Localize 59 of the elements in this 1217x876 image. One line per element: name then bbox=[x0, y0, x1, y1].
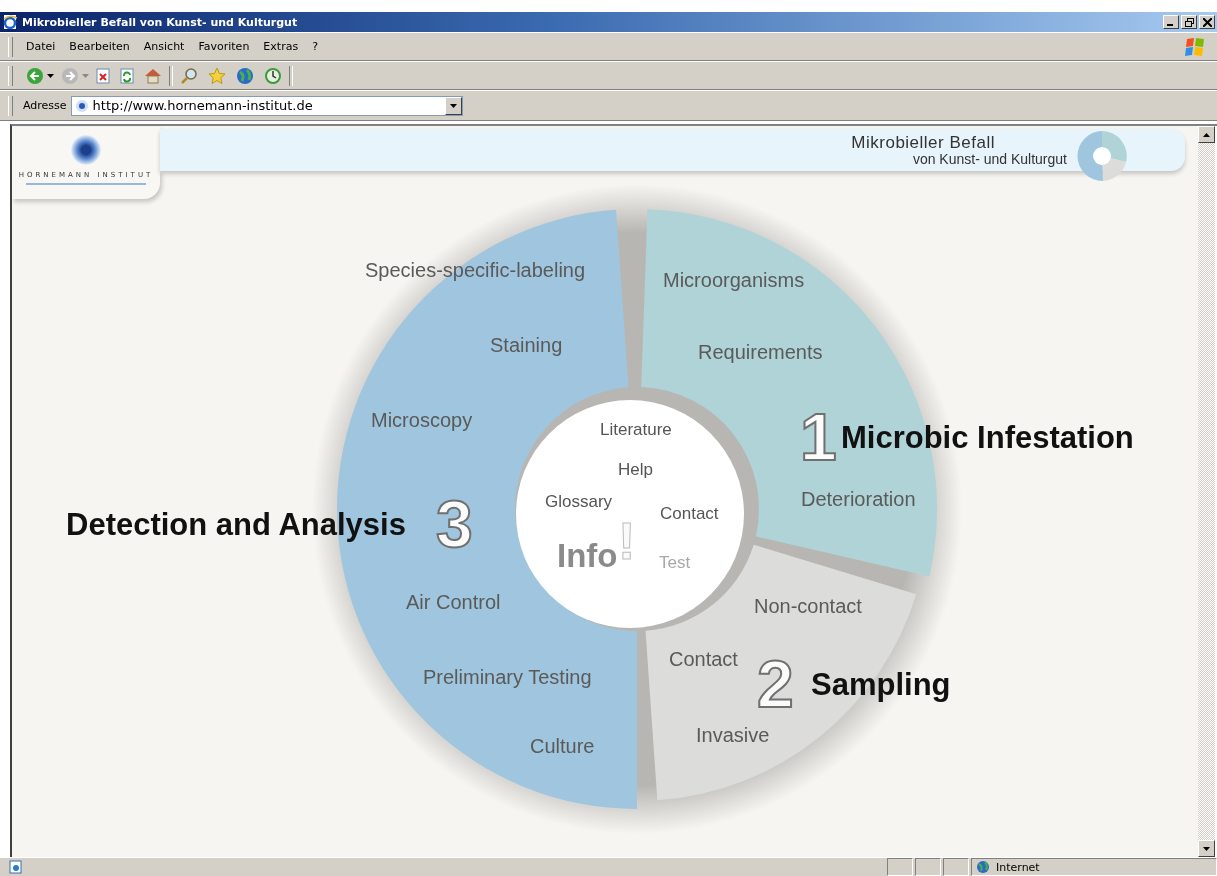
menu-item[interactable]: Bearbeiten bbox=[62, 38, 137, 55]
caret-icon[interactable] bbox=[47, 73, 54, 78]
menu-item[interactable]: Favoriten bbox=[191, 38, 257, 55]
logo-icon bbox=[71, 135, 101, 165]
section-link[interactable]: Microorganisms bbox=[663, 270, 805, 290]
section-link[interactable]: Contact bbox=[669, 649, 738, 669]
restore-button[interactable] bbox=[1181, 15, 1197, 29]
exclamation-mark: ! bbox=[618, 515, 636, 567]
menu-item[interactable]: Ansicht bbox=[136, 38, 192, 55]
section-title[interactable]: Microbic Infestation bbox=[841, 421, 1134, 453]
section-title[interactable]: Sampling bbox=[811, 668, 951, 700]
site-title: Mikrobieller Befall bbox=[851, 133, 995, 152]
zone-label: Internet bbox=[996, 860, 1040, 874]
section-link[interactable]: Preliminary Testing bbox=[423, 667, 592, 687]
refresh-button[interactable] bbox=[117, 67, 137, 84]
windows-logo-icon bbox=[1183, 35, 1207, 58]
section-number: 1 bbox=[800, 404, 837, 470]
section-number: 2 bbox=[757, 651, 794, 717]
section-link[interactable]: Non-contact bbox=[754, 596, 862, 616]
window-title: Mikrobieller Befall von Kunst- und Kulturgut bbox=[22, 15, 298, 29]
address-label: Adresse bbox=[23, 99, 67, 112]
section-link[interactable]: Staining bbox=[490, 335, 563, 355]
menu-item[interactable]: ? bbox=[305, 38, 325, 55]
menu-item[interactable]: Extras bbox=[256, 38, 306, 55]
down-arrow-icon bbox=[1203, 846, 1210, 851]
pie-icon bbox=[1075, 129, 1129, 183]
browser-icon bbox=[2, 14, 18, 30]
scroll-down-button[interactable] bbox=[1198, 840, 1215, 857]
section-title[interactable]: Detection and Analysis bbox=[66, 508, 406, 540]
section-link[interactable]: Air Control bbox=[406, 592, 501, 612]
page-icon bbox=[74, 98, 89, 113]
dropdown-button[interactable] bbox=[444, 96, 462, 115]
section-link[interactable]: Culture bbox=[530, 736, 595, 756]
minimize-button[interactable] bbox=[1163, 15, 1179, 29]
info-link[interactable]: Glossary bbox=[545, 492, 613, 510]
scrollbar[interactable] bbox=[1198, 126, 1215, 857]
section-link[interactable]: Invasive bbox=[696, 725, 770, 745]
restore-icon bbox=[1184, 17, 1194, 27]
status-pane bbox=[887, 858, 913, 876]
menu-item[interactable]: Datei bbox=[19, 38, 63, 55]
close-icon bbox=[1202, 17, 1212, 27]
section-link[interactable]: Deterioration bbox=[801, 489, 916, 509]
info-link[interactable]: Contact bbox=[660, 504, 719, 522]
section-link[interactable]: Microscopy bbox=[371, 410, 473, 430]
info-link[interactable]: Literature bbox=[600, 420, 672, 438]
info-link[interactable]: Help bbox=[618, 460, 653, 478]
close-button[interactable] bbox=[1199, 15, 1215, 29]
stop-button[interactable] bbox=[93, 67, 113, 84]
section-link[interactable]: Requirements bbox=[698, 342, 823, 362]
status-pane bbox=[943, 858, 969, 876]
caret-icon bbox=[449, 103, 457, 108]
up-arrow-icon bbox=[1203, 132, 1210, 137]
section-number: 3 bbox=[436, 491, 473, 557]
scroll-up-button[interactable] bbox=[1198, 126, 1215, 143]
globe-icon bbox=[976, 860, 990, 874]
site-subtitle: von Kunst- und Kulturgut bbox=[912, 151, 1067, 167]
info-title: Info bbox=[557, 538, 618, 572]
address-field[interactable]: http://www.hornemann-institut.de bbox=[70, 95, 463, 116]
status-pane bbox=[915, 858, 941, 876]
